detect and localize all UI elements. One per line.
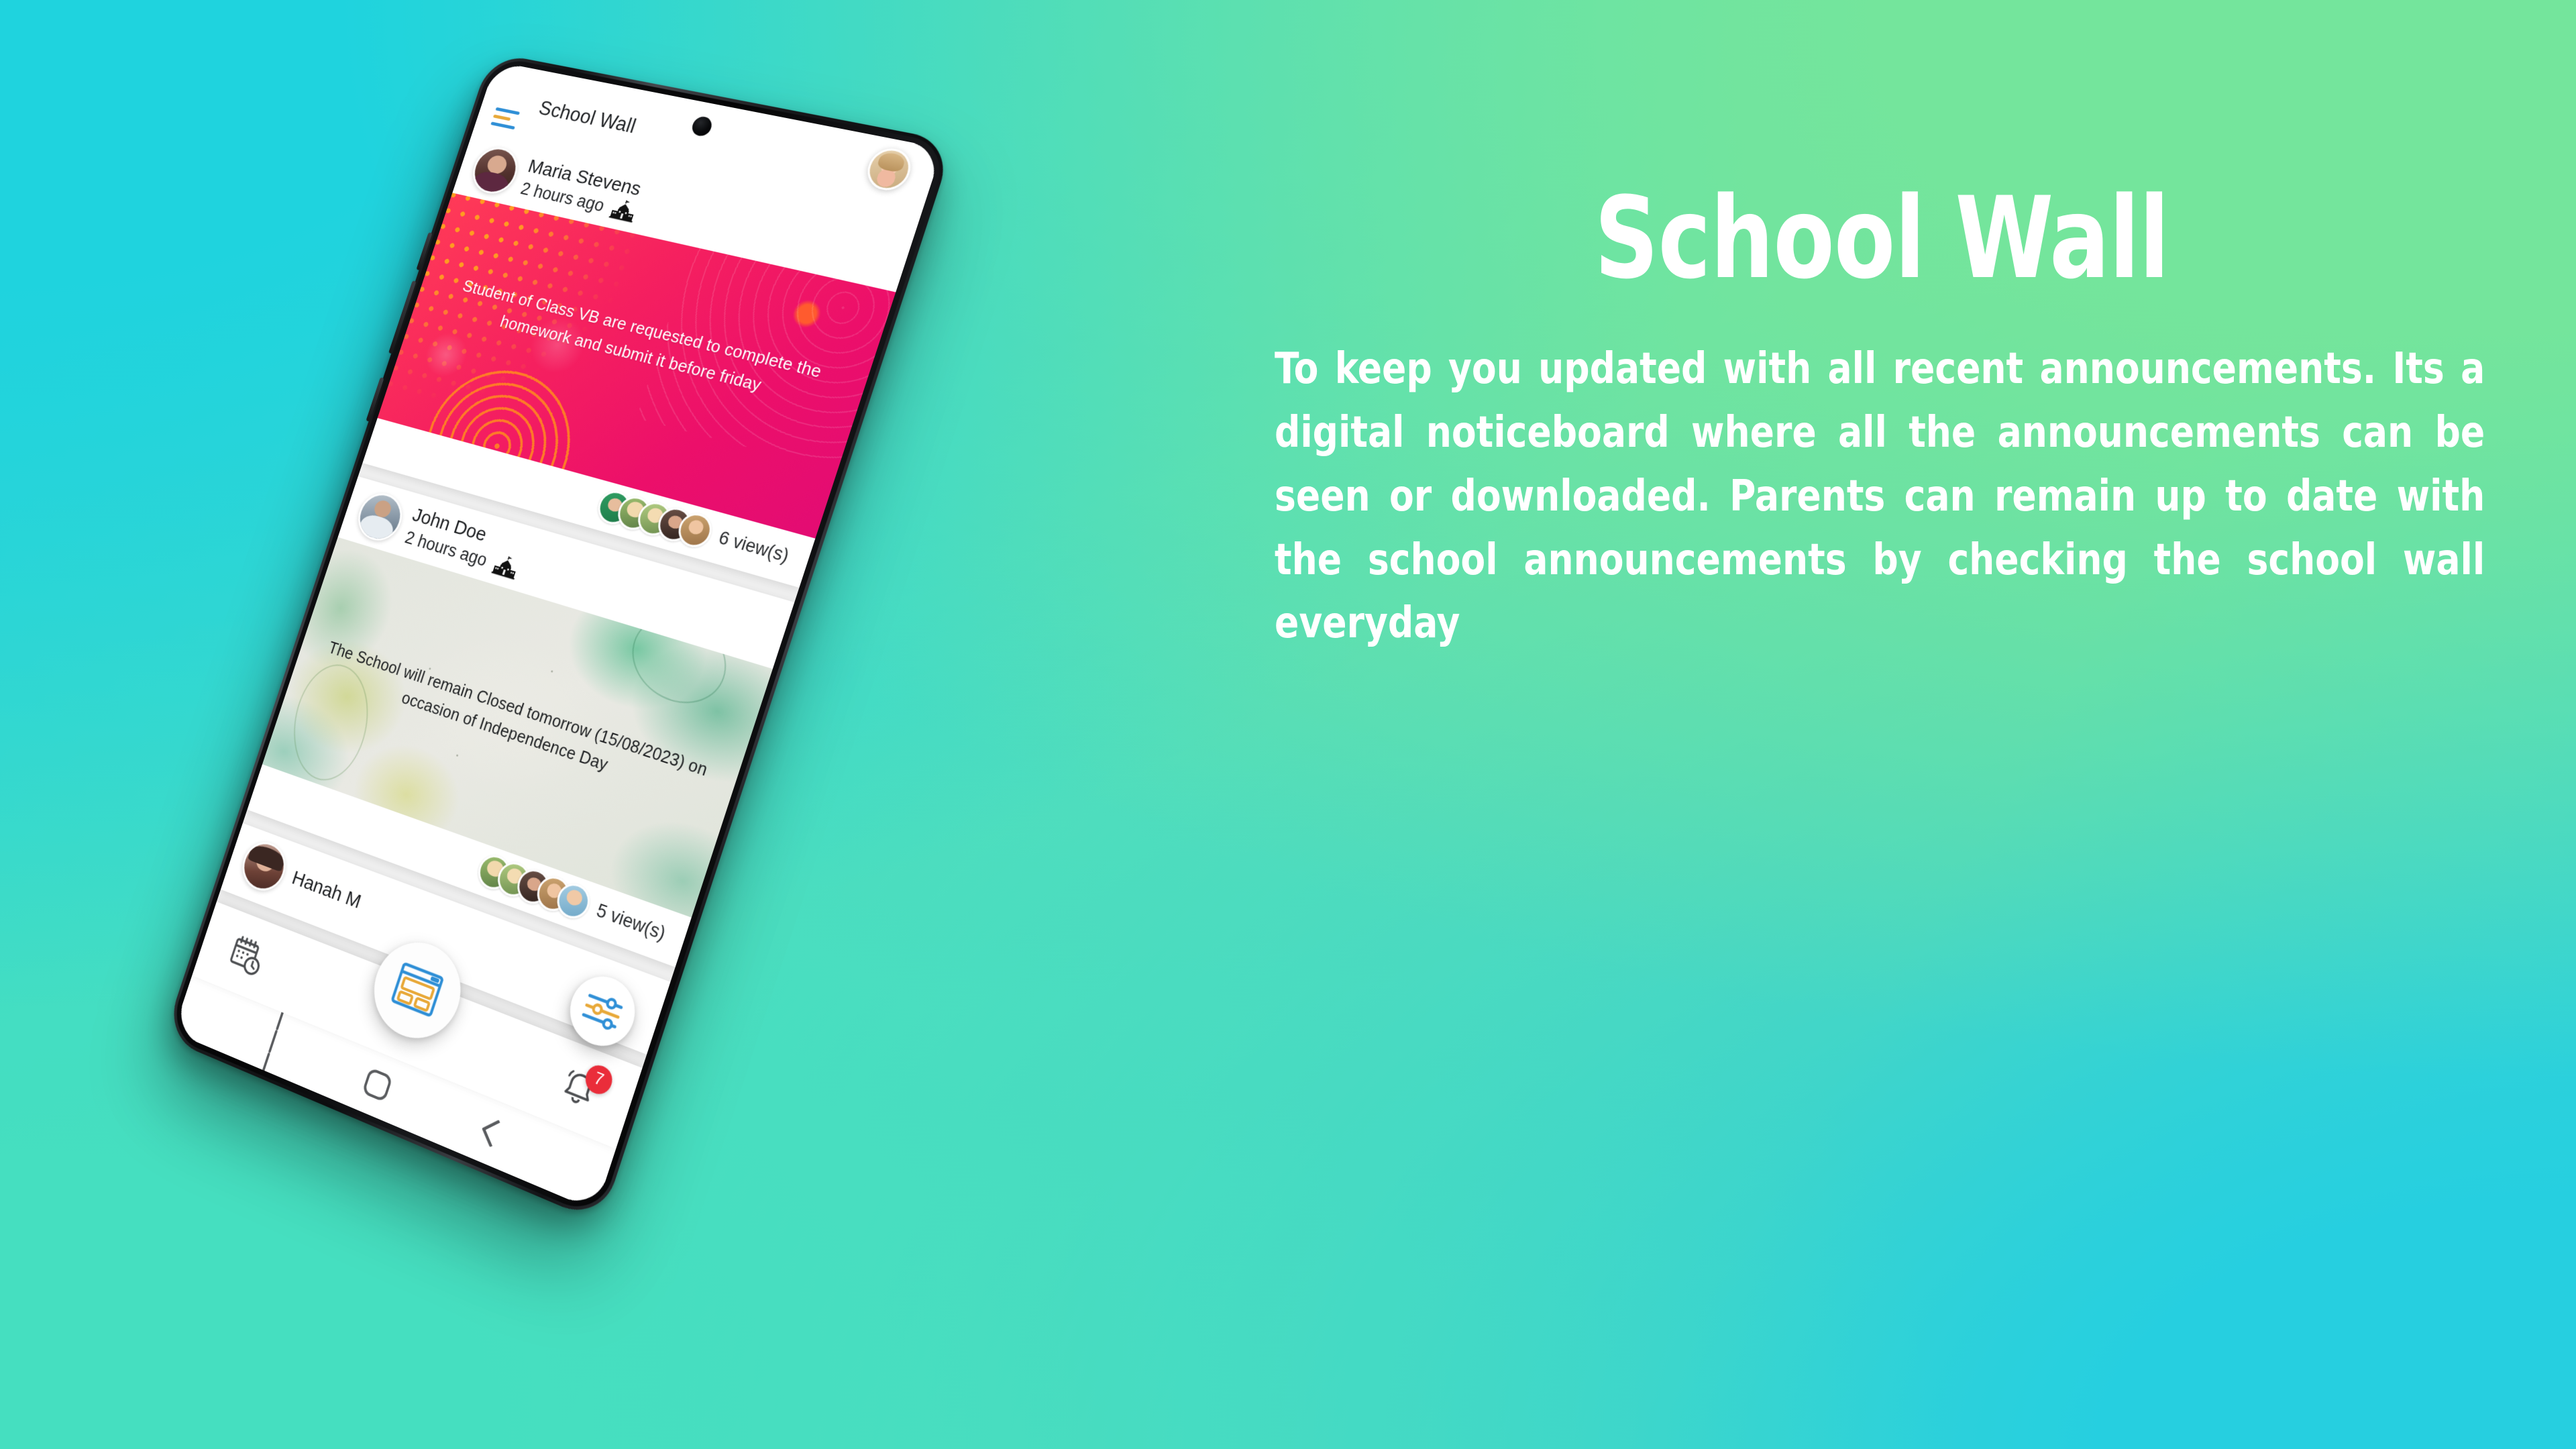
filter-fab-button[interactable]: [561, 967, 644, 1056]
viewer-avatar: [533, 871, 574, 916]
viewer-avatar: [594, 487, 635, 528]
home-icon[interactable]: [362, 1067, 393, 1103]
phone-device: School Wall Maria Stevens 2 hours ago St…: [164, 52, 955, 1224]
back-icon[interactable]: [481, 1119, 507, 1148]
avatar: [236, 836, 292, 898]
android-system-navigation: [173, 975, 616, 1212]
school-wall-app: School Wall Maria Stevens 2 hours ago St…: [173, 61, 943, 1212]
phone-screen: School Wall Maria Stevens 2 hours ago St…: [173, 61, 943, 1212]
notification-bell-icon: [555, 1063, 602, 1114]
sliders-filter-icon: [576, 983, 629, 1039]
notification-badge: 7: [582, 1061, 616, 1098]
paper-speck: [455, 754, 459, 757]
viewer-avatar: [633, 498, 676, 539]
calendar-clock-icon[interactable]: [226, 932, 268, 979]
viewer-avatar: [474, 851, 515, 894]
noticeboard-layout-icon: [386, 955, 449, 1025]
marketing-body: To keep you updated with all recent anno…: [1275, 344, 2485, 649]
hamburger-menu-icon[interactable]: [490, 107, 521, 130]
notifications-button[interactable]: 7: [555, 1061, 616, 1114]
viewer-avatar-stack[interactable]: [594, 487, 716, 551]
viewer-avatar: [553, 879, 594, 923]
marketing-title: School Wall: [1594, 172, 2169, 304]
marketing-copy: School Wall To keep you updated with all…: [1275, 172, 2489, 655]
viewer-avatar: [493, 857, 534, 902]
page-title: School Wall: [536, 97, 639, 138]
user-avatar[interactable]: [862, 145, 916, 194]
viewer-avatar: [674, 509, 716, 551]
post-author: Hanah M: [289, 867, 364, 914]
phone-mockup-stage: School Wall Maria Stevens 2 hours ago St…: [0, 0, 1342, 1449]
avatar: [467, 144, 524, 198]
school-building-icon: [608, 200, 634, 223]
post-feed[interactable]: Maria Stevens 2 hours ago Student of Cla…: [216, 132, 918, 1069]
recents-icon[interactable]: [260, 1007, 286, 1076]
views-count: 5 view(s): [594, 899, 669, 944]
viewer-avatar: [613, 492, 655, 534]
paper-speck: [551, 669, 553, 673]
avatar: [352, 488, 409, 546]
views-count: 6 view(s): [716, 527, 792, 566]
viewer-avatar: [653, 504, 696, 545]
